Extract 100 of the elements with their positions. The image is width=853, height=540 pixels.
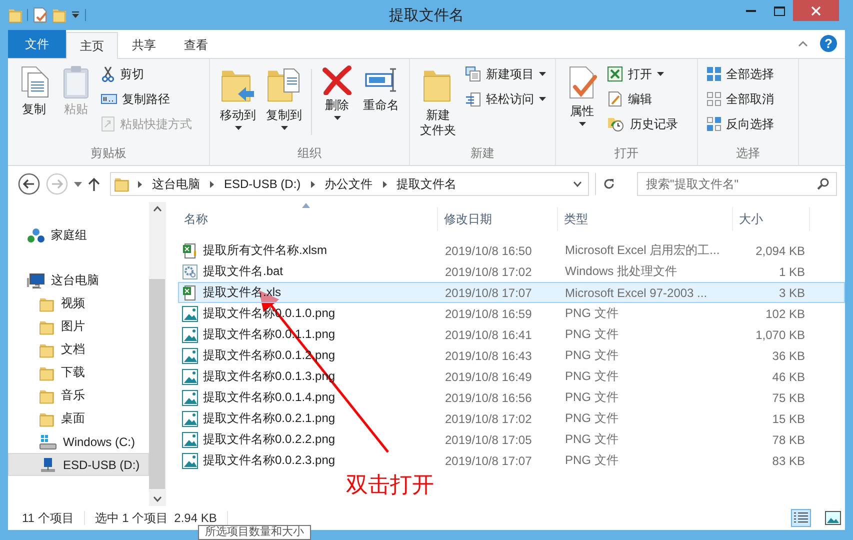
breadcrumb[interactable]: 办公文件 (322, 176, 375, 192)
file-name: 提取文件名称0.0.2.3.png (203, 452, 336, 469)
nav-item[interactable]: 视频 (8, 292, 149, 315)
ribbon-button[interactable]: 编辑 (604, 88, 681, 110)
caret-icon (234, 126, 242, 130)
column-header[interactable]: 类型 (558, 207, 733, 231)
type-cell-text: PNG 文件 (564, 326, 620, 343)
file-row[interactable]: 提取所有文件名称.xlsm 2019/10/8 16:50 Microsoft Excel 启用宏的工... 2,094 KB (178, 240, 845, 261)
type-cell-text: PNG 文件 (564, 410, 620, 427)
ribbon-button[interactable]: 历史记录 (604, 113, 681, 135)
view-button[interactable] (791, 509, 811, 527)
image-icon (182, 306, 198, 322)
close-button[interactable] (793, 0, 839, 21)
column-header[interactable]: 大小 (733, 207, 810, 231)
image-icon (182, 410, 198, 426)
ribbon-button[interactable]: 反向选择 (704, 113, 777, 135)
ribbon-button[interactable]: 属性 (562, 63, 602, 128)
chevron-up-icon (152, 206, 162, 212)
file-row[interactable]: 提取文件名称0.0.2.2.png 2019/10/8 17:05 PNG 文件 78 KB (178, 429, 845, 450)
size-cell-text: 78 KB (771, 432, 806, 446)
size-cell-text: 1 KB (778, 264, 806, 278)
file-name: 提取文件名称0.0.2.2.png (203, 431, 336, 448)
caret-icon (578, 122, 586, 126)
column-header[interactable]: 修改日期 (438, 207, 558, 231)
file-row[interactable]: 提取文件名.xls 2019/10/8 17:07 Microsoft Excel 97-2003 ... 3 KB (178, 282, 845, 303)
address-bar[interactable]: 这台电脑 ESD-USB (D:) 办公文件 提取文件名 (110, 172, 589, 196)
scissors-icon (101, 66, 115, 82)
selection-size: 2.94 KB (174, 511, 217, 525)
file-row[interactable]: 提取文件名称0.0.2.1.png 2019/10/8 17:02 PNG 文件 15 KB (178, 408, 845, 429)
column-header[interactable]: 名称 (178, 207, 438, 231)
size-cell-text: 2,094 KB (754, 244, 806, 258)
refresh-icon (602, 178, 614, 190)
nav-item[interactable]: 桌面 (8, 407, 149, 430)
breadcrumb[interactable]: 这台电脑 (150, 176, 202, 192)
page-check-icon (33, 7, 47, 23)
ribbon-button[interactable]: 移动到 (216, 63, 260, 132)
ribbon-button[interactable]: 删除 (317, 63, 357, 122)
group-label: 选择 (735, 145, 761, 162)
date-cell-text: 2019/10/8 17:05 (444, 432, 533, 446)
nav-item[interactable]: 音乐 (8, 384, 149, 407)
nav-item[interactable]: 下载 (8, 361, 149, 384)
maximize-icon (774, 6, 784, 16)
ribbon-button[interactable]: 新建项目 (462, 63, 549, 85)
pencil-page-icon (607, 91, 623, 107)
back-button[interactable] (18, 173, 40, 195)
item-count: 11 个项目 (22, 510, 74, 526)
image-icon (182, 326, 198, 342)
caret-icon (539, 72, 546, 76)
group-label: 新建 (470, 145, 496, 162)
ribbon-button[interactable]: 重命名 (359, 63, 403, 115)
ribbon-button[interactable]: 新建 文件夹 (416, 63, 460, 140)
caret-icon (539, 97, 546, 101)
chevron-right-icon (210, 180, 214, 188)
type-cell-text: PNG 文件 (564, 368, 620, 385)
file-row[interactable]: 提取文件名.bat 2019/10/8 17:02 Windows 批处理文件 1 KB (178, 261, 845, 282)
search-field[interactable]: 搜索"提取文件名" (637, 172, 837, 196)
ribbon-tab[interactable]: 主页 (66, 32, 118, 59)
file-name: 提取文件名.xls (203, 284, 281, 301)
folder-icon (39, 296, 55, 312)
ribbon-button[interactable]: 打开 (604, 63, 681, 85)
view-button[interactable] (823, 509, 843, 527)
ribbon-button[interactable]: 全部选择 (704, 63, 777, 85)
ribbon-button[interactable]: 复制到 (262, 63, 306, 132)
ribbon-button[interactable]: 剪切 (98, 63, 195, 85)
nav-item[interactable]: Windows (C:) (8, 430, 149, 453)
ribbon-tab[interactable]: 共享 (118, 32, 170, 58)
ribbon-button[interactable]: 复制 (14, 63, 54, 119)
details-view-icon (793, 511, 809, 525)
breadcrumb[interactable]: ESD-USB (D:) (222, 177, 303, 191)
file-menu-button[interactable]: 文件 (8, 30, 66, 58)
help-button[interactable]: ? (820, 35, 837, 52)
annotation-text: 双击打开 (346, 471, 434, 499)
nav-item[interactable]: ESD-USB (D:) (8, 453, 149, 476)
breadcrumb[interactable]: 提取文件名 (394, 176, 459, 192)
nav-item[interactable]: 家庭组 (8, 224, 149, 247)
type-cell-text: PNG 文件 (564, 347, 620, 364)
usb-drive-icon (39, 456, 57, 472)
folder-icon (39, 364, 55, 380)
file-row[interactable]: 提取文件名称0.0.1.4.png 2019/10/8 16:56 PNG 文件 75 KB (178, 387, 845, 408)
ribbon-button[interactable]: 全部取消 (704, 88, 777, 110)
up-button[interactable] (88, 177, 100, 191)
new-item-icon (465, 66, 481, 82)
date-cell-text: 2019/10/8 16:50 (444, 244, 533, 258)
file-row[interactable]: 提取文件名称0.0.2.3.png 2019/10/8 17:07 PNG 文件 83 KB (178, 450, 845, 471)
scrollbar[interactable] (149, 202, 165, 506)
date-cell-text: 2019/10/8 17:07 (444, 286, 533, 300)
close-icon (811, 6, 821, 16)
folder-icon (39, 318, 55, 334)
nav-item[interactable]: 文档 (8, 338, 149, 361)
ribbon-button[interactable]: 轻松访问 (462, 88, 549, 110)
folder-icon (39, 342, 55, 358)
tooltip: 所选项目数量和大小 (198, 525, 311, 540)
ribbon-button[interactable]: 复制路径 (98, 88, 195, 110)
size-cell-text: 36 KB (771, 348, 806, 362)
group-label: 打开 (614, 145, 640, 162)
recent-locations-button[interactable] (74, 182, 82, 186)
nav-item[interactable]: 这台电脑 (8, 269, 149, 292)
nav-item[interactable]: 图片 (8, 315, 149, 338)
ribbon-tab[interactable]: 查看 (170, 32, 222, 58)
date-cell-text: 2019/10/8 17:02 (444, 264, 533, 278)
